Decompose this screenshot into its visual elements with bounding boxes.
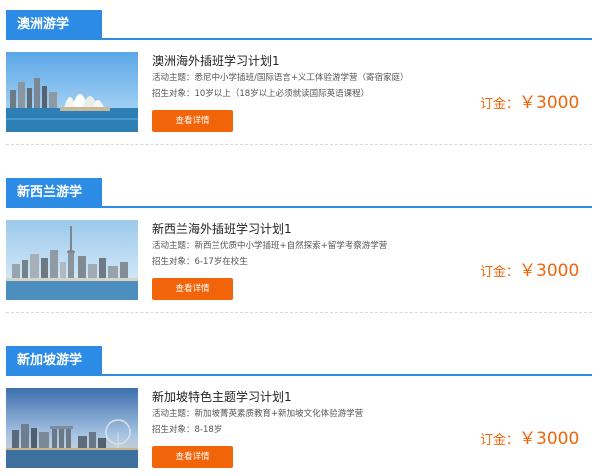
singapore-skyline-photo[interactable]	[6, 388, 138, 468]
deposit-label: 订金：	[480, 97, 520, 112]
program-target: 招生对象：10岁以上（18岁以上必须就读国际英语课程）	[152, 89, 370, 99]
section-heading: 新西兰游学	[6, 178, 102, 208]
view-details-button[interactable]: 查看详情	[152, 278, 233, 300]
program-card-singapore: 新加坡特色主题学习计划1 活动主题：新加坡菁英素质教育+新加坡文化体验游学营 招…	[0, 388, 600, 476]
section-heading: 澳洲游学	[6, 10, 102, 40]
deposit-price: 订金：￥3000	[480, 424, 579, 449]
program-title[interactable]: 澳洲海外插班学习计划1	[152, 52, 280, 69]
section-header: 新加坡游学	[0, 346, 600, 376]
section-singapore: 新加坡游学	[0, 346, 600, 376]
section-australia: 澳洲游学	[0, 10, 600, 40]
card-divider	[6, 312, 592, 313]
auckland-skyline-photo[interactable]	[6, 220, 138, 300]
program-theme: 活动主题：新西兰优质中小学插班+自然探索+留学考察游学营	[152, 241, 388, 251]
deposit-price: 订金：￥3000	[480, 256, 579, 281]
section-underline	[6, 374, 592, 376]
section-header: 澳洲游学	[0, 10, 600, 40]
card-divider	[6, 144, 592, 145]
section-new-zealand: 新西兰游学	[0, 178, 600, 208]
program-target: 招生对象：8-18岁	[152, 425, 223, 435]
section-underline	[6, 38, 592, 40]
program-target: 招生对象：6-17岁在校生	[152, 257, 248, 267]
program-title[interactable]: 新加坡特色主题学习计划1	[152, 388, 292, 405]
view-details-button[interactable]: 查看详情	[152, 446, 233, 468]
section-heading: 新加坡游学	[6, 346, 102, 376]
deposit-label: 订金：	[480, 433, 520, 448]
view-details-button[interactable]: 查看详情	[152, 110, 233, 132]
deposit-amount: ￥3000	[519, 261, 580, 281]
program-card-australia: 澳洲海外插班学习计划1 活动主题：悉尼中小学插班/国际语言+义工体验游学营（寄宿…	[0, 52, 600, 145]
sydney-opera-house-photo[interactable]	[6, 52, 138, 132]
program-title[interactable]: 新西兰海外插班学习计划1	[152, 220, 292, 237]
program-card-new-zealand: 新西兰海外插班学习计划1 活动主题：新西兰优质中小学插班+自然探索+留学考察游学…	[0, 220, 600, 313]
section-underline	[6, 206, 592, 208]
deposit-label: 订金：	[480, 265, 520, 280]
deposit-price: 订金：￥3000	[480, 88, 579, 113]
deposit-amount: ￥3000	[519, 93, 580, 113]
program-theme: 活动主题：悉尼中小学插班/国际语言+义工体验游学营（寄宿家庭）	[152, 73, 409, 83]
section-header: 新西兰游学	[0, 178, 600, 208]
program-theme: 活动主题：新加坡菁英素质教育+新加坡文化体验游学营	[152, 409, 364, 419]
deposit-amount: ￥3000	[519, 429, 580, 449]
